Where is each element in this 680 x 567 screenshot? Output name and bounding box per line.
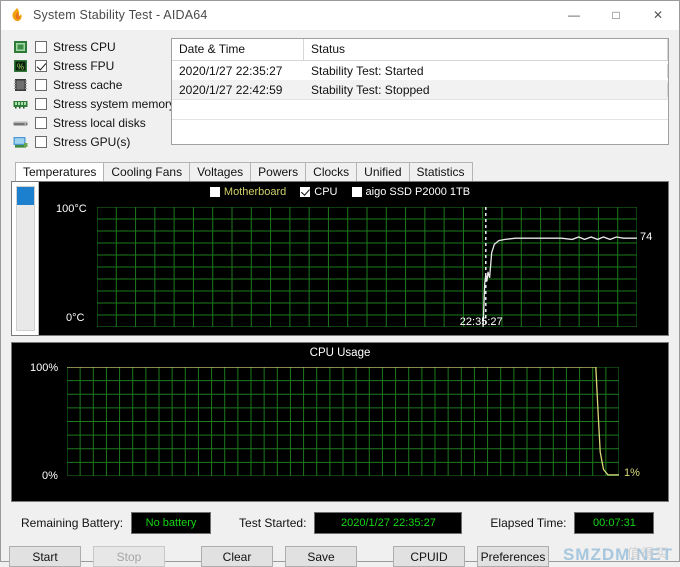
watermark: SMZDM.NET 值得买 [563, 545, 673, 565]
stress-option-gpu[interactable]: Stress GPU(s) [13, 133, 161, 151]
temp-y-axis-bottom-label: 0°C [66, 312, 84, 324]
table-row[interactable]: 2020/1/27 22:42:59 Stability Test: Stopp… [172, 80, 668, 99]
charts-area: Motherboard CPU aigo SSD P2000 1TB 100°C… [1, 181, 679, 502]
button-bar: Start Stop Clear Save CPUID Preferences … [1, 534, 679, 567]
temp-value-label: 74 [640, 231, 652, 243]
top-panel: Stress CPU % Stress FPU [1, 30, 679, 156]
test-started-value: 2020/1/27 22:35:27 [314, 512, 462, 534]
stress-disks-label: Stress local disks [53, 116, 146, 130]
cell-status: Stability Test: Started [304, 64, 668, 78]
tab-powers[interactable]: Powers [250, 162, 306, 181]
title-bar: System Stability Test - AIDA64 — □ ✕ [1, 1, 679, 30]
stress-option-disks[interactable]: Stress local disks [13, 114, 161, 132]
table-header: Date & Time Status [172, 39, 668, 61]
column-header-datetime[interactable]: Date & Time [172, 39, 304, 60]
elapsed-time-label: Elapsed Time: [490, 516, 566, 530]
clear-button[interactable]: Clear [201, 546, 273, 567]
status-bar: Remaining Battery: No battery Test Start… [1, 502, 679, 534]
stress-option-memory[interactable]: Stress system memory [13, 95, 161, 113]
tab-clocks[interactable]: Clocks [305, 162, 357, 181]
memory-icon [13, 97, 28, 111]
battery-label: Remaining Battery: [21, 516, 123, 530]
stress-disks-checkbox[interactable] [35, 117, 47, 129]
cell-status: Stability Test: Stopped [304, 83, 668, 97]
save-button[interactable]: Save [285, 546, 357, 567]
stress-option-cache[interactable]: Stress cache [13, 76, 161, 94]
legend-item-ssd[interactable]: aigo SSD P2000 1TB [352, 186, 471, 198]
temperature-legend: Motherboard CPU aigo SSD P2000 1TB [12, 186, 668, 198]
battery-value: No battery [131, 512, 211, 534]
temperature-plot [97, 207, 637, 327]
legend-item-cpu[interactable]: CPU [300, 186, 337, 198]
cache-icon [13, 78, 28, 92]
sensor-scrollbar[interactable] [16, 186, 35, 331]
preferences-button[interactable]: Preferences [477, 546, 549, 567]
column-header-status[interactable]: Status [304, 39, 668, 60]
fpu-icon: % [13, 59, 28, 73]
window-title: System Stability Test - AIDA64 [33, 8, 208, 22]
sensor-scroll-column [12, 182, 39, 335]
cell-datetime: 2020/1/27 22:35:27 [172, 64, 304, 78]
table-row[interactable]: 2020/1/27 22:35:27 Stability Test: Start… [172, 61, 668, 80]
stress-memory-checkbox[interactable] [35, 98, 47, 110]
disk-icon [13, 116, 28, 130]
stress-fpu-checkbox[interactable] [35, 60, 47, 72]
cpu-usage-plot [67, 367, 619, 476]
close-button[interactable]: ✕ [637, 1, 679, 29]
stress-fpu-label: Stress FPU [53, 59, 114, 73]
stress-cache-label: Stress cache [53, 78, 122, 92]
stress-cache-checkbox[interactable] [35, 79, 47, 91]
table-empty-row [172, 119, 668, 139]
tab-voltages[interactable]: Voltages [189, 162, 251, 181]
stress-gpu-label: Stress GPU(s) [53, 135, 130, 149]
tab-temperatures[interactable]: Temperatures [15, 162, 104, 181]
stress-memory-label: Stress system memory [53, 97, 175, 111]
svg-text:%: % [17, 63, 24, 72]
cpu-y-axis-top-label: 100% [30, 362, 58, 374]
temperature-chart[interactable]: Motherboard CPU aigo SSD P2000 1TB 100°C… [11, 181, 669, 336]
cpu-usage-chart[interactable]: CPU Usage 100% 0% 1% [11, 342, 669, 502]
stress-option-fpu[interactable]: % Stress FPU [13, 57, 161, 75]
cpu-icon [13, 40, 28, 54]
tab-unified[interactable]: Unified [356, 162, 409, 181]
legend-label-cpu: CPU [314, 186, 337, 198]
stress-cpu-label: Stress CPU [53, 40, 116, 54]
temp-marker-time-label: 22:35:27 [460, 316, 503, 328]
event-log-table[interactable]: Date & Time Status 2020/1/27 22:35:27 St… [171, 38, 669, 145]
legend-item-motherboard[interactable]: Motherboard [210, 186, 286, 198]
tab-cooling-fans[interactable]: Cooling Fans [103, 162, 190, 181]
cpu-y-axis-bottom-label: 0% [42, 470, 58, 482]
aida64-stability-window: System Stability Test - AIDA64 — □ ✕ Str… [0, 0, 680, 562]
flame-icon [9, 7, 25, 23]
cpuid-button[interactable]: CPUID [393, 546, 465, 567]
start-button[interactable]: Start [9, 546, 81, 567]
legend-checkbox-motherboard[interactable] [210, 187, 220, 197]
elapsed-time-value: 00:07:31 [574, 512, 654, 534]
test-started-label: Test Started: [239, 516, 306, 530]
table-empty-row [172, 99, 668, 119]
stress-gpu-checkbox[interactable] [35, 136, 47, 148]
maximize-button[interactable]: □ [595, 1, 637, 29]
cpu-usage-title: CPU Usage [12, 347, 668, 359]
tab-bar: Temperatures Cooling Fans Voltages Power… [15, 162, 679, 181]
watermark-subtext: 值得买 [627, 543, 669, 562]
tab-statistics[interactable]: Statistics [409, 162, 473, 181]
window-controls: — □ ✕ [553, 1, 679, 29]
minimize-button[interactable]: — [553, 1, 595, 29]
gpu-icon [13, 135, 28, 149]
cpu-usage-value-label: 1% [624, 467, 640, 479]
legend-checkbox-ssd[interactable] [352, 187, 362, 197]
cell-datetime: 2020/1/27 22:42:59 [172, 83, 304, 97]
legend-checkbox-cpu[interactable] [300, 187, 310, 197]
stress-options-list: Stress CPU % Stress FPU [13, 38, 161, 152]
stress-option-cpu[interactable]: Stress CPU [13, 38, 161, 56]
stop-button[interactable]: Stop [93, 546, 165, 567]
stress-cpu-checkbox[interactable] [35, 41, 47, 53]
legend-label-ssd: aigo SSD P2000 1TB [366, 186, 471, 198]
temp-y-axis-top-label: 100°C [56, 203, 87, 215]
legend-label-motherboard: Motherboard [224, 186, 286, 198]
